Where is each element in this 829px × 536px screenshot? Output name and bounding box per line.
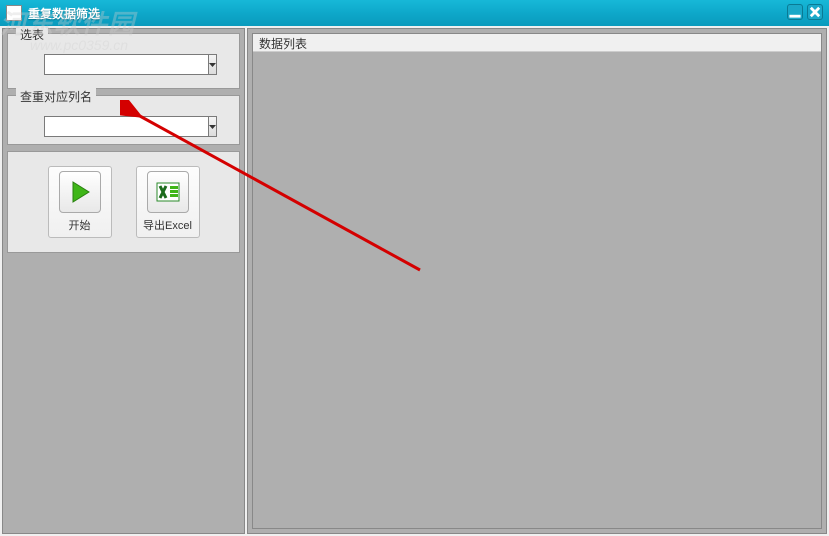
titlebar: 重复数据筛选: [0, 0, 829, 26]
export-button-label: 导出Excel: [143, 217, 192, 233]
table-select-legend: 选表: [16, 26, 48, 43]
app-icon: [6, 5, 22, 21]
table-select-group: 选表: [7, 33, 240, 89]
right-panel: 数据列表: [247, 28, 827, 534]
chevron-down-icon: [209, 125, 216, 129]
column-select-group: 查重对应列名: [7, 95, 240, 145]
action-button-group: 开始 导出Excel: [7, 151, 240, 253]
chevron-down-icon: [209, 63, 216, 67]
close-button[interactable]: [807, 4, 823, 20]
column-select-dropdown-button[interactable]: [208, 116, 217, 137]
minimize-button[interactable]: [787, 4, 803, 20]
excel-icon: [147, 171, 189, 213]
content-area: 选表 查重对应列名: [0, 26, 829, 536]
column-select-combo[interactable]: [44, 116, 180, 137]
data-list-body: [253, 52, 821, 528]
column-select-input[interactable]: [44, 116, 208, 137]
window-title: 重复数据筛选: [28, 5, 100, 22]
table-select-input[interactable]: [44, 54, 208, 75]
left-panel: 选表 查重对应列名: [2, 28, 245, 534]
table-select-combo[interactable]: [44, 54, 180, 75]
data-list-container: 数据列表: [252, 33, 822, 529]
export-excel-button[interactable]: 导出Excel: [136, 166, 200, 238]
start-button[interactable]: 开始: [48, 166, 112, 238]
data-list-header: 数据列表: [253, 34, 821, 52]
table-select-dropdown-button[interactable]: [208, 54, 217, 75]
column-select-legend: 查重对应列名: [16, 88, 96, 105]
window-controls: [787, 4, 823, 20]
play-icon: [59, 171, 101, 213]
start-button-label: 开始: [69, 217, 91, 233]
